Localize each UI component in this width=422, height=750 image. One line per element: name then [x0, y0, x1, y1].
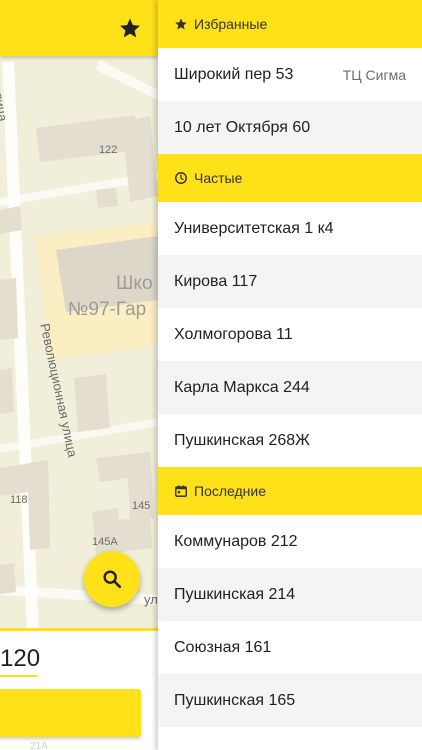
frequent-item[interactable]: Холмогорова 11 [158, 308, 422, 361]
address-label: Кирова 117 [174, 272, 258, 290]
school-label-line1: Шко [116, 273, 153, 294]
recent-item[interactable]: Пушкинская 214 [158, 568, 422, 621]
favorite-item[interactable]: Широкий пер 53 ТЦ Сигма [158, 48, 422, 101]
map-partial-label: ул [144, 592, 158, 607]
address-sheet: 120 21А [0, 628, 158, 750]
favorite-item[interactable]: 10 лет Октября 60 [158, 101, 422, 154]
recent-item[interactable]: Пушкинская 165 [158, 674, 422, 727]
address-list-panel: Избранные Широкий пер 53 ТЦ Сигма 10 лет… [158, 0, 422, 750]
address-label: Пушкинская 214 [174, 585, 296, 603]
recent-header: Последние [158, 467, 422, 515]
frequent-header-label: Частые [194, 170, 243, 186]
address-label: Широкий пер 53 [174, 65, 294, 83]
clock-icon [174, 171, 188, 185]
address-label: Союзная 161 [174, 638, 272, 656]
favorites-header: Избранные [158, 0, 422, 48]
building-number-122: 122 [99, 144, 118, 156]
address-label: Пушкинская 268Ж [174, 431, 310, 449]
frequent-item[interactable]: Кирова 117 [158, 255, 422, 308]
frequent-item[interactable]: Карла Маркса 244 [158, 361, 422, 414]
frequent-item[interactable]: Университетская 1 к4 [158, 202, 422, 255]
address-label: 10 лет Октября 60 [174, 118, 311, 136]
place-tag: ТЦ Сигма [342, 66, 406, 83]
address-label: Коммунаров 212 [174, 532, 298, 550]
map-top-bar [0, 0, 158, 56]
search-icon [103, 570, 122, 589]
address-label: Пушкинская 165 [174, 691, 296, 709]
star-icon [174, 17, 188, 31]
calendar-icon [174, 484, 188, 498]
address-label: Университетская 1 к4 [174, 219, 334, 237]
address-label: Карла Маркса 244 [174, 378, 310, 396]
sheet-faint-label: 21А [30, 741, 48, 750]
favorites-header-label: Избранные [194, 16, 268, 32]
house-number-input[interactable]: 120 [0, 645, 40, 677]
confirm-button[interactable] [0, 689, 141, 737]
building-number-118: 118 [10, 494, 28, 506]
school-label-line2: №97-Гар [68, 299, 147, 320]
building-number-145a: 145А [92, 536, 118, 548]
search-button[interactable] [84, 551, 140, 607]
building-number-145: 145 [132, 500, 151, 512]
recent-item[interactable]: Коммунаров 212 [158, 515, 422, 568]
frequent-item[interactable]: Пушкинская 268Ж [158, 414, 422, 467]
star-icon[interactable] [118, 16, 142, 40]
address-label: Холмогорова 11 [174, 325, 293, 343]
recent-header-label: Последние [194, 483, 267, 499]
recent-item[interactable]: Союзная 161 [158, 621, 422, 674]
map-panel[interactable]: ная улица Революционная улица 122 118 14… [0, 0, 158, 750]
frequent-header: Частые [158, 154, 422, 202]
